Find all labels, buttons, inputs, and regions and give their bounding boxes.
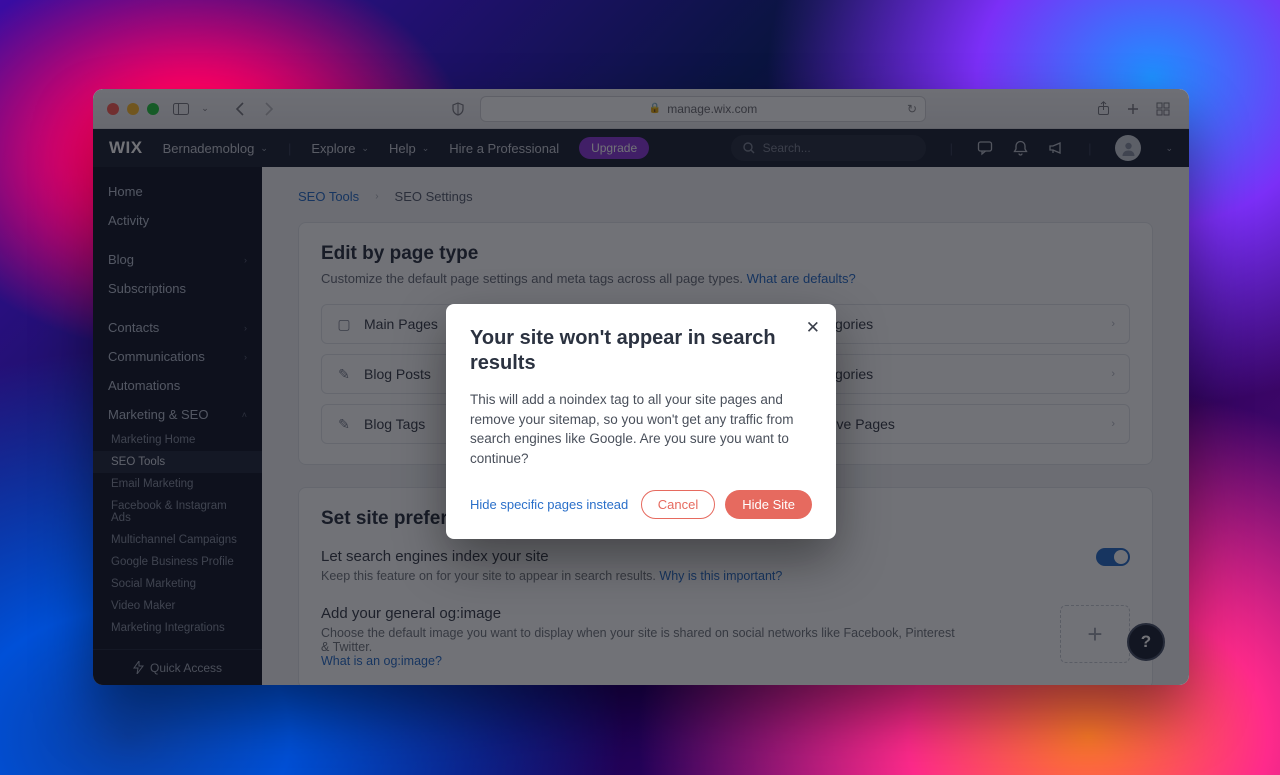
hide-site-button[interactable]: Hide Site xyxy=(725,490,812,519)
modal-overlay[interactable]: ✕ Your site won't appear in search resul… xyxy=(93,89,1189,685)
hide-site-modal: ✕ Your site won't appear in search resul… xyxy=(446,304,836,539)
safari-window: ⌄ 🔒 manage.wix.com ↻ xyxy=(93,89,1189,685)
modal-title: Your site won't appear in search results xyxy=(470,326,812,376)
cancel-button[interactable]: Cancel xyxy=(641,490,715,519)
close-icon[interactable]: ✕ xyxy=(806,318,820,338)
hide-pages-link[interactable]: Hide specific pages instead xyxy=(470,497,628,512)
desktop-wallpaper: ⌄ 🔒 manage.wix.com ↻ xyxy=(0,0,1280,775)
modal-body: This will add a noindex tag to all your … xyxy=(470,390,812,468)
